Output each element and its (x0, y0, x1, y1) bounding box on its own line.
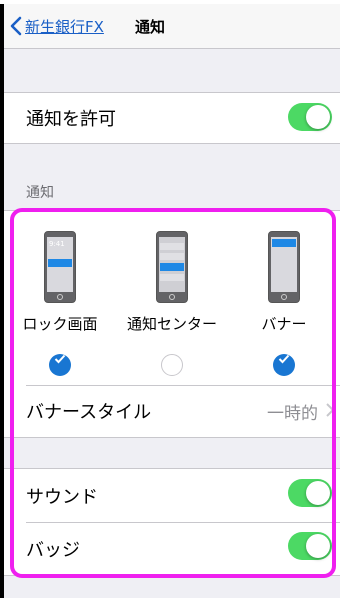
banner-style-value: 一時的 (267, 403, 318, 424)
checkmark-icon (278, 354, 290, 364)
badge-toggle[interactable] (288, 532, 332, 560)
section-header: 通知 (26, 185, 54, 201)
lock-screen-checkmark[interactable] (49, 354, 71, 376)
allow-notifications-label: 通知を許可 (26, 109, 116, 130)
style-label-lock-screen: ロック画面 (22, 315, 98, 333)
sound-badge-group: サウンド バッジ (4, 468, 340, 576)
allow-notifications-group: 通知を許可 (4, 92, 340, 144)
alert-style-picker: 9:41 ロック画面 通知センター バナー (4, 211, 340, 385)
alert-style-group: 9:41 ロック画面 通知センター バナー バナースタイル 一時的 (4, 210, 340, 438)
allow-notifications-toggle[interactable] (288, 103, 332, 131)
banner-style-cell[interactable]: バナースタイル 一時的 (4, 385, 340, 437)
style-option-notification-center[interactable]: 通知センター (117, 231, 227, 376)
badge-label: バッジ (26, 539, 80, 561)
nav-bar: 新生銀行FX 通知 (4, 4, 340, 49)
sound-label: サウンド (26, 486, 98, 508)
banner-checkmark[interactable] (273, 354, 295, 376)
notification-center-checkmark[interactable] (161, 354, 183, 376)
phone-time: 9:41 (49, 240, 65, 248)
badge-cell: バッジ (4, 522, 340, 575)
sound-toggle[interactable] (288, 479, 332, 507)
lock-screen-phone-icon: 9:41 (44, 231, 76, 303)
style-option-lock-screen[interactable]: 9:41 ロック画面 (5, 231, 115, 376)
style-label-notification-center: 通知センター (126, 315, 217, 333)
notification-center-phone-icon (156, 231, 188, 303)
banner-style-label: バナースタイル (26, 402, 152, 423)
style-option-banner[interactable]: バナー (229, 231, 339, 376)
settings-screen: 新生銀行FX 通知 通知を許可 通知 9:41 ロック画面 通知センター バナー… (4, 4, 340, 598)
allow-notifications-cell: 通知を許可 (4, 93, 340, 143)
chevron-right-icon (326, 403, 334, 417)
style-label-banner: バナー (261, 315, 307, 333)
sound-cell: サウンド (4, 469, 340, 522)
checkmark-icon (54, 354, 66, 364)
page-title: 通知 (134, 18, 165, 36)
banner-phone-icon (268, 231, 300, 303)
